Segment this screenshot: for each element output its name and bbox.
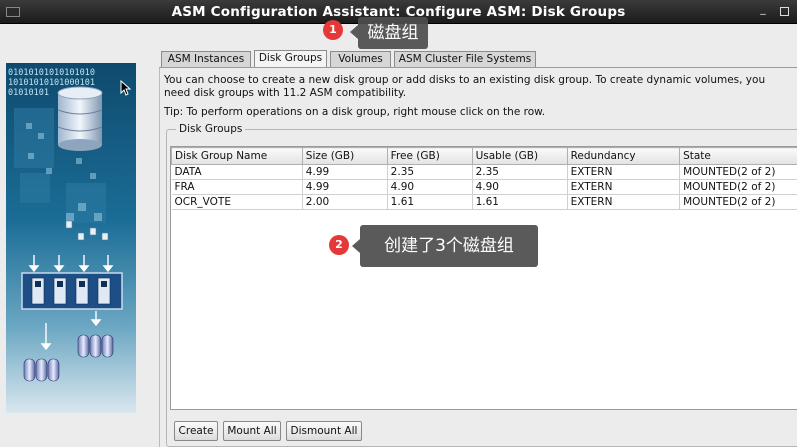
binary-text-2: 10101010101000101 bbox=[8, 78, 95, 88]
disk-groups-table[interactable]: Disk Group Name Size (GB) Free (GB) Usab… bbox=[170, 146, 797, 410]
annotation-badge-1: 1 bbox=[323, 20, 343, 40]
table-cell: 4.99 bbox=[302, 179, 388, 195]
table-cell: EXTERN bbox=[567, 164, 681, 180]
binary-text-1: 01010101010101010 bbox=[8, 68, 95, 78]
table-header-row: Disk Group Name Size (GB) Free (GB) Usab… bbox=[171, 147, 797, 165]
table-cell: 4.90 bbox=[472, 179, 568, 195]
table-cell: OCR_VOTE bbox=[171, 194, 303, 210]
disk-groups-frame-label: Disk Groups bbox=[176, 123, 246, 135]
mouse-cursor-icon bbox=[120, 80, 132, 96]
maximize-icon[interactable] bbox=[780, 7, 789, 16]
storage-illustration-icon: 01010101010101010 10101010101000101 0101… bbox=[8, 68, 123, 382]
description-text: You can choose to create a new disk grou… bbox=[164, 74, 766, 99]
table-cell: FRA bbox=[171, 179, 303, 195]
annotation-badge-2: 2 bbox=[329, 235, 349, 255]
column-header-redundancy[interactable]: Redundancy bbox=[566, 147, 681, 165]
dismount-all-button[interactable]: Dismount All bbox=[286, 421, 362, 441]
tab-volumes[interactable]: Volumes bbox=[330, 51, 391, 68]
database-icon bbox=[57, 86, 103, 151]
tab-asm-instances[interactable]: ASM Instances bbox=[161, 51, 251, 68]
tab-asm-cluster-file-systems[interactable]: ASM Cluster File Systems bbox=[394, 51, 536, 68]
table-cell: DATA bbox=[171, 164, 303, 180]
table-cell: 2.00 bbox=[302, 194, 388, 210]
tab-disk-groups[interactable]: Disk Groups bbox=[254, 50, 327, 68]
column-header-size[interactable]: Size (GB) bbox=[301, 147, 388, 165]
table-cell: EXTERN bbox=[567, 194, 681, 210]
table-cell: 1.61 bbox=[387, 194, 473, 210]
annotation-arrow-2 bbox=[352, 239, 360, 253]
column-header-state[interactable]: State bbox=[679, 147, 797, 165]
annotation-callout-2: 创建了3个磁盘组 bbox=[360, 225, 538, 267]
table-cell: EXTERN bbox=[567, 179, 681, 195]
table-cell: 2.35 bbox=[472, 164, 568, 180]
minimize-icon[interactable]: _ bbox=[757, 3, 769, 15]
create-button[interactable]: Create bbox=[174, 421, 218, 441]
table-row[interactable]: DATA 4.99 2.35 2.35 EXTERN MOUNTED(2 of … bbox=[171, 164, 797, 180]
asm-side-illustration: 01010101010101010 10101010101000101 0101… bbox=[6, 63, 136, 413]
table-cell: 4.99 bbox=[302, 164, 388, 180]
table-cell: MOUNTED(2 of 2) bbox=[679, 164, 797, 180]
binary-text-3: 01010101 bbox=[8, 88, 49, 98]
table-cell: 2.35 bbox=[387, 164, 473, 180]
table-cell: MOUNTED(2 of 2) bbox=[679, 179, 797, 195]
column-header-usable[interactable]: Usable (GB) bbox=[471, 147, 568, 165]
column-header-free[interactable]: Free (GB) bbox=[386, 147, 473, 165]
table-row[interactable]: OCR_VOTE 2.00 1.61 1.61 EXTERN MOUNTED(2… bbox=[171, 194, 797, 210]
column-header-disk-group-name[interactable]: Disk Group Name bbox=[171, 147, 303, 165]
annotation-callout-1: 磁盘组 bbox=[358, 17, 428, 49]
table-cell: MOUNTED(2 of 2) bbox=[679, 194, 797, 210]
annotation-arrow-1 bbox=[350, 25, 358, 39]
table-cell: 1.61 bbox=[472, 194, 568, 210]
tip-text: Tip: To perform operations on a disk gro… bbox=[164, 106, 546, 118]
table-cell: 4.90 bbox=[387, 179, 473, 195]
table-row[interactable]: FRA 4.99 4.90 4.90 EXTERN MOUNTED(2 of 2… bbox=[171, 179, 797, 195]
mount-all-button[interactable]: Mount All bbox=[223, 421, 281, 441]
